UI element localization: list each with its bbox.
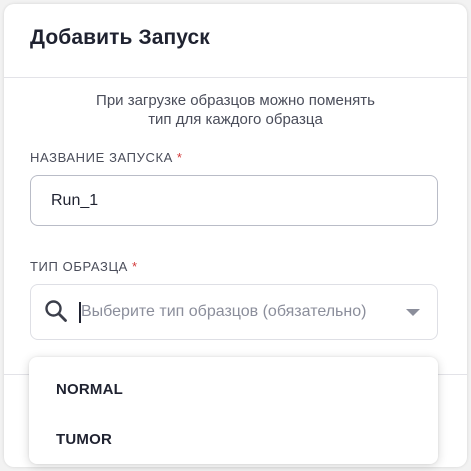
sample-type-label-text: ТИП ОБРАЗЦА: [30, 259, 128, 274]
sample-type-search-input[interactable]: [81, 299, 401, 325]
chevron-down-icon[interactable]: [406, 309, 420, 316]
option-tumor[interactable]: TUMOR: [29, 415, 438, 465]
hint-line-1: При загрузке образцов можно поменять: [96, 92, 375, 109]
modal-title: Добавить Запуск: [30, 26, 210, 49]
upload-hint: При загрузке образцов можно поменять тип…: [4, 91, 467, 129]
sample-type-select[interactable]: [30, 284, 438, 340]
sample-type-label: ТИП ОБРАЗЦА *: [30, 259, 138, 274]
run-name-input[interactable]: [30, 175, 438, 226]
modal-header: Добавить Запуск: [4, 4, 467, 78]
sample-type-dropdown: NORMAL TUMOR: [29, 357, 438, 464]
hint-line-2: тип для каждого образца: [148, 111, 323, 128]
required-mark: *: [176, 150, 183, 165]
required-mark: *: [131, 259, 138, 274]
run-name-label: НАЗВАНИЕ ЗАПУСКА *: [30, 150, 183, 165]
option-normal[interactable]: NORMAL: [29, 365, 438, 415]
run-name-label-text: НАЗВАНИЕ ЗАПУСКА: [30, 150, 173, 165]
search-icon: [45, 300, 67, 322]
